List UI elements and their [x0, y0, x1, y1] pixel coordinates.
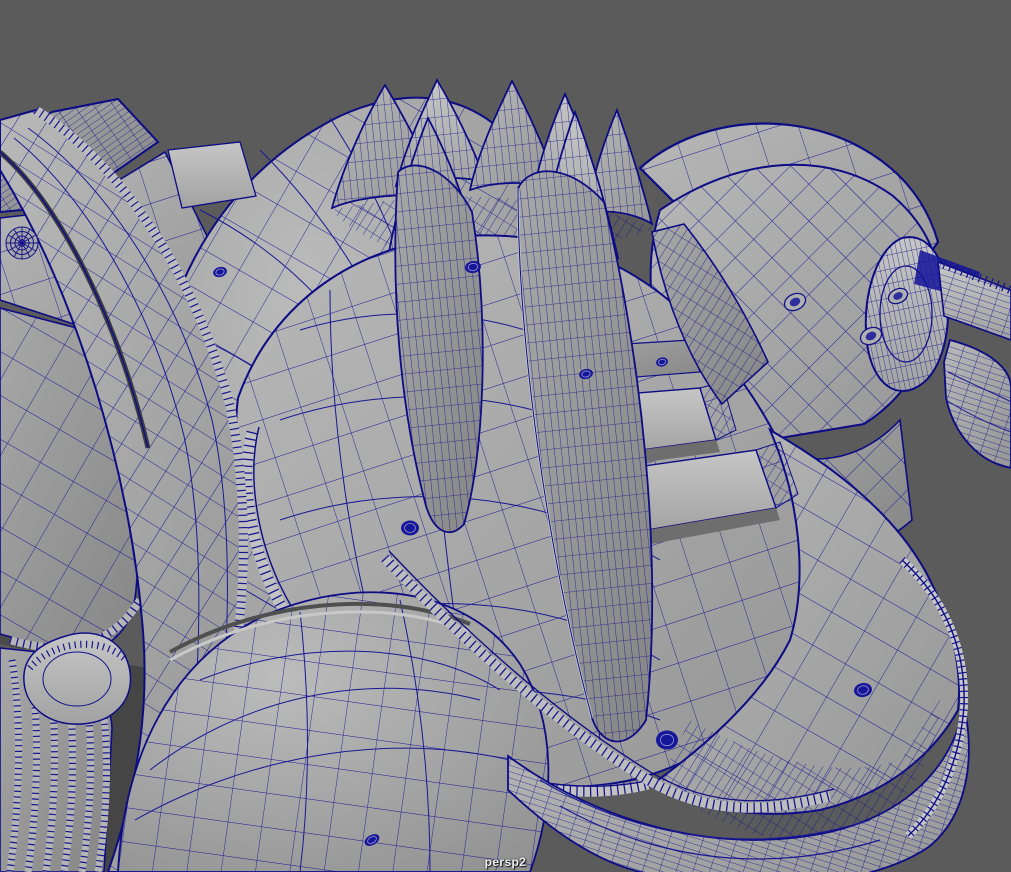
wireframe-mesh-canvas[interactable]	[0, 0, 1011, 872]
camera-label[interactable]: persp2	[0, 855, 1011, 869]
maya-3d-viewport[interactable]: persp2	[0, 0, 1011, 872]
radial-web-bolt[interactable]	[5, 226, 39, 260]
